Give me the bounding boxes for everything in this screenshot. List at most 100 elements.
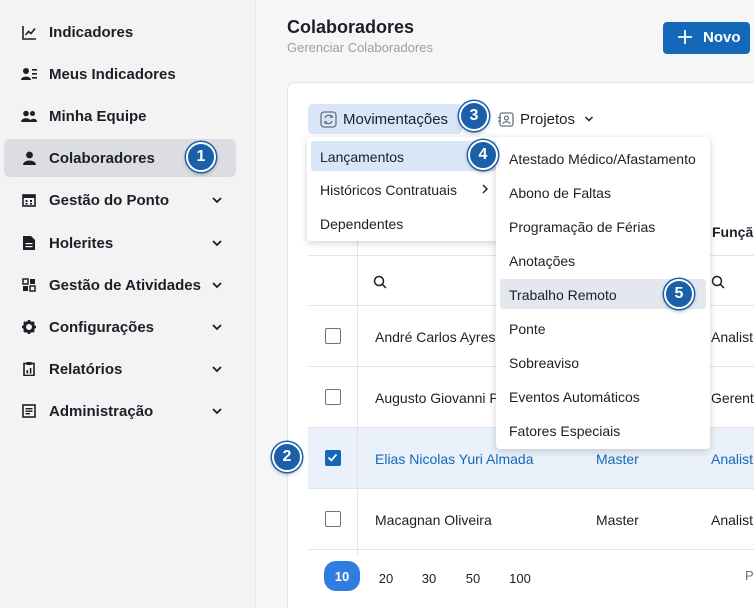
- callout-badge-3: 3: [459, 101, 489, 131]
- menu-item-label: Trabalho Remoto: [509, 287, 617, 303]
- column-header-funcao[interactable]: Funçã: [712, 224, 753, 240]
- chevron-down-icon: [212, 408, 222, 415]
- new-button[interactable]: Novo: [663, 22, 750, 54]
- sidebar-item-label: Meus Indicadores: [49, 65, 176, 83]
- user-list-icon: [21, 66, 37, 82]
- document-icon: [21, 235, 37, 251]
- menu-item-fatores-especiais[interactable]: Fatores Especiais: [500, 415, 706, 445]
- menu-item-label: Ponte: [509, 321, 546, 337]
- menu-item-label: Anotações: [509, 253, 576, 269]
- callout-badge-2: 2: [272, 442, 302, 472]
- row-checkbox-checked[interactable]: [325, 450, 341, 466]
- column-divider: [357, 195, 358, 555]
- calendar-icon: [21, 192, 37, 208]
- sidebar-item-label: Gestão de Atividades: [49, 276, 201, 294]
- chevron-right-icon: [482, 184, 488, 194]
- project-icon: [498, 112, 514, 127]
- sidebar-item-configuracoes[interactable]: Configurações: [4, 308, 236, 346]
- sidebar-item-relatorios[interactable]: Relatórios: [4, 350, 236, 388]
- cell-name: Augusto Giovanni Pe: [375, 390, 507, 406]
- page-size-20[interactable]: 20: [368, 566, 404, 590]
- sidebar-item-label: Holerites: [49, 234, 114, 252]
- callout-badge-1: 1: [186, 142, 216, 172]
- new-button-label: Novo: [703, 29, 741, 46]
- menu-item-atestado[interactable]: Atestado Médico/Afastamento: [500, 143, 706, 173]
- cell-group: Master: [596, 512, 639, 528]
- page-size-100[interactable]: 100: [502, 566, 538, 590]
- sidebar-item-gestao-de-atividades[interactable]: Gestão de Atividades: [4, 266, 236, 304]
- search-icon[interactable]: [711, 275, 725, 289]
- menu-item-label: Lançamentos: [320, 149, 405, 165]
- menu-item-historicos-contratuais[interactable]: Históricos Contratuais: [311, 174, 496, 204]
- sidebar-item-label: Configurações: [49, 318, 155, 336]
- tab-projetos[interactable]: Projetos: [496, 104, 606, 134]
- chevron-down-icon: [212, 282, 222, 289]
- sidebar-item-minha-equipe[interactable]: Minha Equipe: [4, 97, 236, 135]
- cell-name: Macagnan Oliveira: [375, 512, 492, 528]
- menu-item-label: Programação de Férias: [509, 219, 656, 235]
- page-size-10[interactable]: 10: [324, 561, 360, 591]
- sidebar-item-label: Colaboradores: [49, 149, 155, 167]
- menu-item-anotacoes[interactable]: Anotações: [500, 245, 706, 275]
- cell-funcao: Analist: [711, 451, 754, 467]
- menu-item-label: Atestado Médico/Afastamento: [509, 151, 696, 167]
- chevron-down-icon: [212, 197, 222, 204]
- tab-movimentacoes-label: Movimentações: [343, 111, 449, 128]
- menu-item-dependentes[interactable]: Dependentes: [311, 208, 496, 238]
- sidebar-item-administracao[interactable]: Administração: [4, 392, 236, 430]
- sidebar-item-label: Administração: [49, 402, 154, 420]
- grid-icon: [21, 277, 37, 293]
- sidebar-item-gestao-do-ponto[interactable]: Gestão do Ponto: [4, 181, 236, 219]
- tab-projetos-label: Projetos: [520, 111, 576, 128]
- sidebar-item-meus-indicadores[interactable]: Meus Indicadores: [4, 55, 236, 93]
- cell-funcao: Gerent: [711, 390, 754, 406]
- menu-item-abono-de-faltas[interactable]: Abono de Faltas: [500, 177, 706, 207]
- sidebar-item-label: Minha Equipe: [49, 107, 147, 125]
- menu-item-label: Fatores Especiais: [509, 423, 621, 439]
- chart-line-icon: [21, 24, 37, 40]
- menu-item-label: Sobreaviso: [509, 355, 580, 371]
- cell-funcao: Analist: [711, 329, 754, 345]
- menu-item-ponte[interactable]: Ponte: [500, 313, 706, 343]
- checkmark-icon: [327, 453, 338, 462]
- cell-name[interactable]: Elias Nicolas Yuri Almada: [375, 451, 533, 467]
- page-size-30[interactable]: 30: [411, 566, 447, 590]
- menu-item-label: Históricos Contratuais: [320, 182, 457, 198]
- menu-item-label: Dependentes: [320, 216, 404, 232]
- callout-badge-5: 5: [664, 279, 694, 309]
- row-divider: [308, 549, 754, 550]
- tab-movimentacoes[interactable]: Movimentações: [308, 104, 462, 134]
- menu-item-sobreaviso[interactable]: Sobreaviso: [500, 347, 706, 377]
- chevron-down-icon: [212, 240, 222, 247]
- row-checkbox[interactable]: [325, 328, 341, 344]
- page-subtitle: Gerenciar Colaboradores: [287, 40, 433, 55]
- admin-icon: [21, 403, 37, 419]
- chevron-down-icon: [212, 324, 222, 331]
- cell-name: André Carlos Ayres: [375, 329, 496, 345]
- transfer-icon: [320, 111, 337, 128]
- sidebar-item-label: Gestão do Ponto: [49, 191, 169, 209]
- page-size-50[interactable]: 50: [455, 566, 491, 590]
- chevron-down-icon: [212, 366, 222, 373]
- cell-funcao: Analist: [711, 512, 754, 528]
- report-icon: [21, 361, 37, 377]
- menu-item-programacao-de-ferias[interactable]: Programação de Férias: [500, 211, 706, 241]
- row-checkbox[interactable]: [325, 511, 341, 527]
- search-icon[interactable]: [373, 275, 387, 289]
- row-checkbox[interactable]: [325, 389, 341, 405]
- menu-item-label: Eventos Automáticos: [509, 389, 640, 405]
- sidebar-item-label: Relatórios: [49, 360, 123, 378]
- callout-badge-4: 4: [468, 140, 498, 170]
- pagination-label: P: [745, 568, 754, 583]
- gear-icon: [21, 319, 37, 335]
- row-divider: [308, 488, 754, 489]
- sidebar-item-holerites[interactable]: Holerites: [4, 224, 236, 262]
- sidebar: Indicadores Meus Indicadores Minha Equip…: [0, 0, 256, 608]
- page-title: Colaboradores: [287, 17, 415, 37]
- sidebar-item-label: Indicadores: [49, 23, 134, 41]
- menu-item-eventos-automaticos[interactable]: Eventos Automáticos: [500, 381, 706, 411]
- user-icon: [21, 150, 37, 166]
- sidebar-item-indicadores[interactable]: Indicadores: [4, 13, 236, 51]
- users-icon: [21, 108, 37, 124]
- plus-icon: [678, 30, 692, 44]
